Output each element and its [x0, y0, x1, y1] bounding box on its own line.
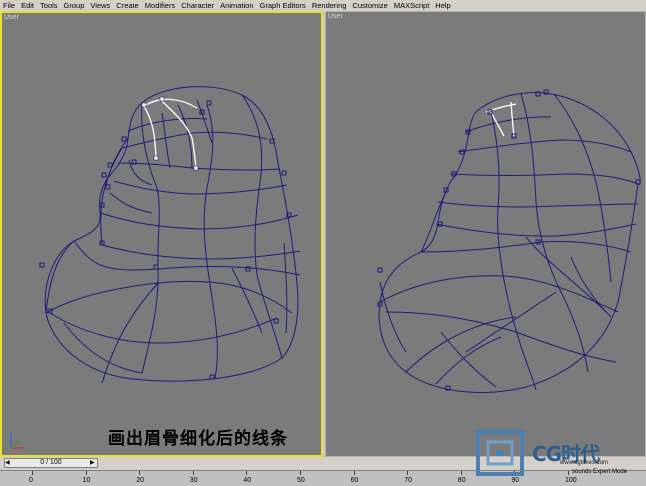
wireframe-left — [39, 86, 301, 384]
menu-group[interactable]: Group — [61, 0, 88, 11]
timeline-tick — [353, 471, 355, 475]
menu-rendering[interactable]: Rendering — [309, 0, 350, 11]
timeline-tick — [85, 471, 87, 475]
timeline-tick — [192, 471, 194, 475]
slider-next-icon[interactable]: ▶ — [90, 458, 96, 468]
viewport-area: User User 画出眉骨细化后的线条 — [0, 11, 646, 457]
annotation-caption: 画出眉骨细化后的线条 — [108, 429, 288, 449]
timeline-tick-label: 30 — [189, 477, 198, 484]
menu-edit[interactable]: Edit — [18, 0, 37, 11]
status-mode-text: sounds Expert Mode — [572, 469, 628, 475]
menu-customize[interactable]: Customize — [349, 0, 390, 11]
menu-create[interactable]: Create — [113, 0, 142, 11]
timeline-tick — [139, 471, 141, 475]
slider-prev-icon[interactable]: ◀ — [5, 458, 11, 468]
timeline-tick-label: 10 — [82, 477, 91, 484]
menu-modifiers[interactable]: Modifiers — [142, 0, 178, 11]
menu-tools[interactable]: Tools — [37, 0, 61, 11]
timeline-tick — [246, 471, 248, 475]
axis-gizmo-icon — [10, 432, 25, 449]
timeline-tick-label: 50 — [297, 477, 305, 484]
menu-graph-editors[interactable]: Graph Editors — [257, 0, 309, 11]
logo-url: www.cgtimes.com — [560, 460, 609, 466]
menu-help[interactable]: Help — [432, 0, 453, 11]
menu-bar: File Edit Tools Group Views Create Modifiers Ch… — [0, 0, 646, 11]
menu-animation[interactable]: Animation — [217, 0, 256, 11]
cg-logo-icon — [476, 430, 524, 476]
timeline-tick — [407, 471, 409, 475]
viewport-right[interactable]: User — [325, 11, 646, 457]
time-slider[interactable]: 0 / 100 — [4, 458, 98, 468]
menu-maxscript[interactable]: MAXScript — [391, 0, 432, 11]
timeline-tick-label: 0 — [29, 477, 33, 484]
timeline-tick — [32, 471, 33, 475]
timeline-tick — [300, 471, 301, 475]
timeline-tick-label: 20 — [136, 477, 144, 484]
menu-views[interactable]: Views — [87, 0, 113, 11]
watermark-logo: CG时代 www.cgtimes.com — [470, 424, 646, 485]
timeline-tick — [460, 471, 462, 475]
menu-character[interactable]: Character — [178, 0, 217, 11]
timeline-tick-label: 40 — [243, 477, 252, 484]
timeline-tick-label: 60 — [350, 477, 359, 484]
viewport-left[interactable]: User — [0, 11, 323, 457]
timeline-tick-label: 70 — [404, 477, 412, 484]
menu-file[interactable]: File — [0, 0, 18, 11]
timeline-tick-label: 80 — [457, 477, 466, 484]
wireframe-right — [377, 89, 641, 393]
